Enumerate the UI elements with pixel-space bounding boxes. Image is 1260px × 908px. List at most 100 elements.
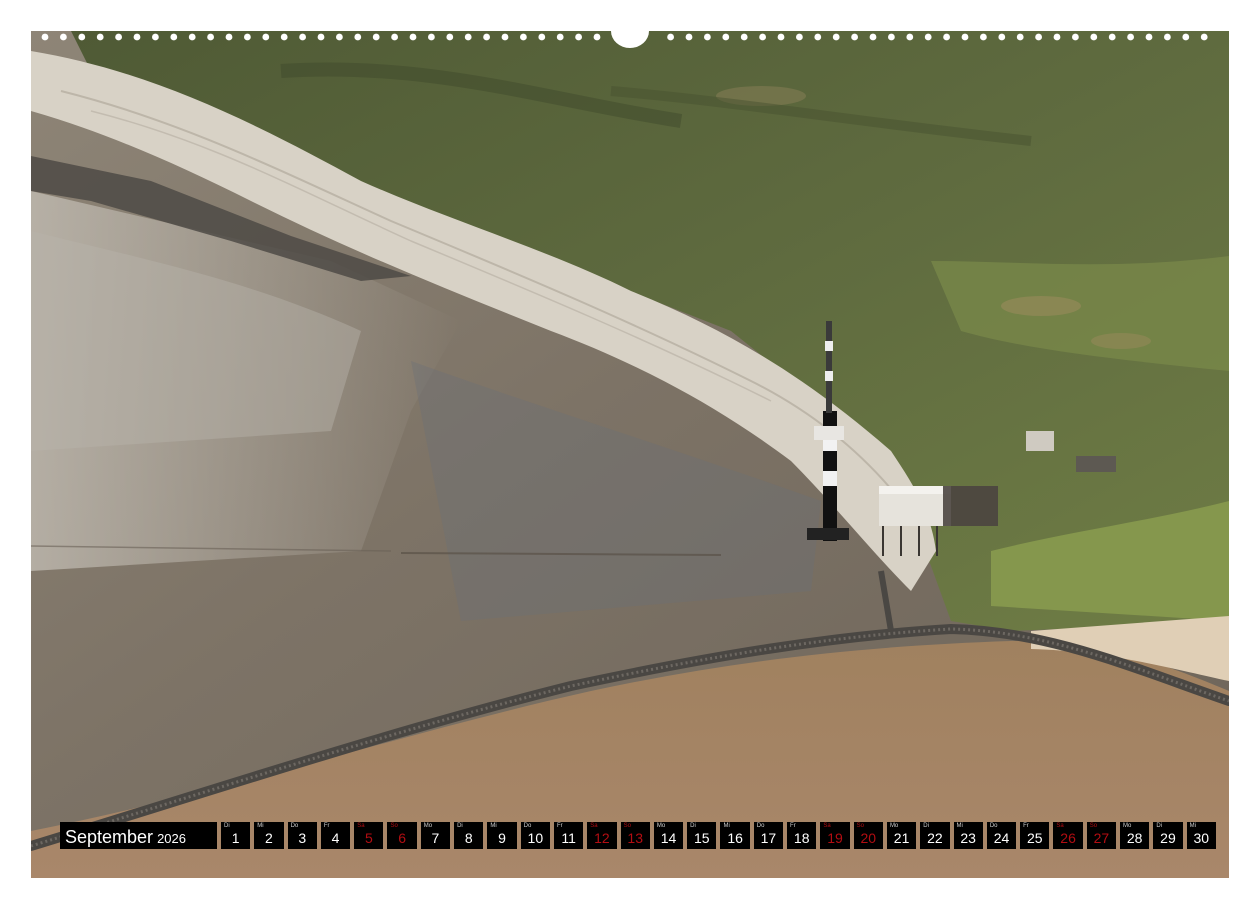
weekday-label: Mo (889, 823, 899, 829)
day-cell: Di 8 (454, 822, 484, 849)
coastal-aerial-photo (31, 31, 1229, 878)
hanger-notch (611, 18, 649, 48)
day-cell: Sa 12 (587, 822, 617, 849)
binding-hole (1035, 33, 1042, 41)
binding-hole (317, 33, 325, 41)
day-number: 30 (1193, 830, 1210, 846)
binding-hole (391, 33, 398, 41)
binding-hole (299, 33, 306, 41)
day-number: 7 (431, 830, 440, 846)
binding-hole (814, 33, 822, 41)
binding-hole (1145, 33, 1153, 41)
binding-hole (244, 33, 251, 41)
binding-hole (575, 33, 582, 41)
day-cell: Di 22 (920, 822, 950, 849)
binding-hole (60, 33, 67, 41)
binding-hole (832, 33, 840, 41)
binding-hole (96, 33, 104, 41)
day-number: 14 (660, 830, 677, 846)
day-number: 8 (464, 830, 473, 846)
binding-hole (722, 33, 730, 41)
weekday-label: Di (1156, 823, 1162, 829)
weekday-label: Mi (723, 823, 730, 829)
day-cell: So 6 (387, 822, 417, 849)
day-cell: Mi 9 (487, 822, 517, 849)
binding-hole (1016, 33, 1024, 41)
binding-hole (740, 33, 748, 41)
day-number: 25 (1026, 830, 1043, 846)
day-number: 10 (527, 830, 544, 846)
day-cell: Sa 5 (354, 822, 384, 849)
weekday-label: So (623, 823, 631, 829)
binding-hole (667, 33, 674, 41)
day-number: 24 (993, 830, 1010, 846)
binding-hole (280, 33, 288, 41)
day-number: 18 (793, 830, 810, 846)
weekday-label: Fr (556, 823, 563, 829)
binding-hole (225, 33, 233, 41)
binding-hole (685, 33, 693, 41)
day-number: 21 (893, 830, 910, 846)
binding-hole (520, 33, 527, 41)
binding-hole (980, 33, 987, 41)
day-number: 13 (627, 830, 643, 846)
binding-hole (1072, 33, 1079, 41)
binding-hole (170, 33, 178, 41)
weekday-label: Mo (656, 823, 666, 829)
binding-hole (1108, 33, 1116, 41)
weekday-label: Di (457, 823, 463, 829)
year: 2026 (157, 831, 186, 846)
day-cell: Di 15 (687, 822, 717, 849)
binding-hole (943, 33, 950, 41)
binding-hole (1090, 33, 1098, 41)
month-name: September (65, 827, 154, 847)
day-cell: Fr 25 (1020, 822, 1050, 849)
weekday-label: Sa (357, 823, 365, 829)
calendar-bar: September 2026 Di 1 Mi 2 Do 3 Fr 4 Sa 5 So 6 Mo 7 Di 8 M… (60, 822, 1216, 849)
day-cell: Do 17 (753, 822, 784, 849)
day-cell: Di 1 (221, 822, 251, 849)
day-number: 27 (1093, 830, 1110, 846)
binding-hole (464, 33, 472, 41)
binding-hole (483, 33, 490, 41)
binding-hole (446, 33, 454, 41)
day-cell: Mo 14 (653, 822, 684, 849)
day-number: 16 (727, 830, 743, 846)
weekday-label: Do (290, 823, 299, 829)
binding-hole (133, 33, 141, 41)
binding-hole (704, 33, 711, 41)
weekday-label: Di (224, 823, 230, 829)
day-cell: Do 24 (986, 822, 1017, 849)
day-number: 22 (927, 830, 943, 846)
binding-hole (188, 33, 196, 41)
day-cell: Fr 4 (320, 822, 351, 849)
day-number: 28 (1126, 830, 1143, 846)
weekday-label: Mo (423, 823, 433, 829)
binding-hole (906, 33, 914, 41)
binding-hole (354, 33, 362, 41)
binding-hole (759, 33, 766, 41)
binding-hole (428, 33, 435, 41)
day-cell: Mo 7 (420, 822, 451, 849)
binding-hole (372, 33, 380, 41)
binding-hole (262, 33, 270, 41)
day-cell: Mi 16 (720, 822, 750, 849)
day-cell: Sa 26 (1053, 822, 1083, 849)
day-cell: Fr 11 (553, 822, 584, 849)
weekday-label: Mi (956, 823, 963, 829)
binding-hole (409, 33, 417, 41)
binding-hole (888, 33, 895, 41)
binding-hole (41, 33, 49, 41)
binding-hole (1053, 33, 1061, 41)
binding-hole (924, 33, 932, 41)
binding-hole (777, 33, 785, 41)
day-cell: Do 3 (287, 822, 317, 849)
day-cell: So 13 (620, 822, 650, 849)
weekday-label: Mi (1189, 823, 1196, 829)
day-number: 29 (1160, 830, 1176, 846)
day-number: 12 (594, 830, 610, 846)
weekday-label: Sa (590, 823, 598, 829)
binding-hole (1200, 33, 1208, 41)
binding-hole (851, 33, 858, 41)
weekday-label: Fr (790, 823, 796, 829)
